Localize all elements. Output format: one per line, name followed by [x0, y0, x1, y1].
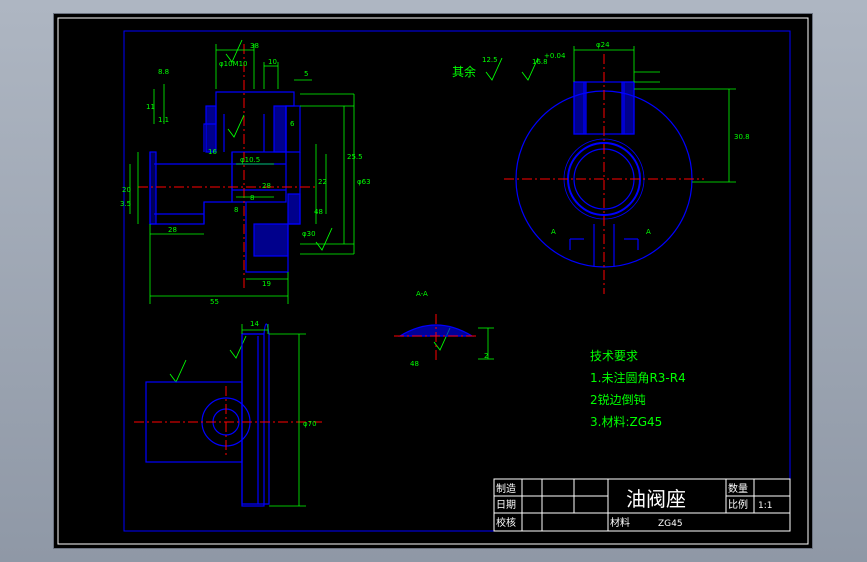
tb-check: 校核 [496, 516, 516, 529]
section-a-left: A [551, 228, 556, 236]
dim-24: φ24 [596, 41, 610, 49]
notes-title: 技术要求 [590, 349, 638, 363]
tb-material-label: 材料 [610, 516, 630, 529]
tolerance: +0.04 [544, 52, 566, 60]
dim-5: 5 [304, 70, 308, 78]
dim-19: 19 [262, 280, 271, 288]
front-view [149, 91, 301, 273]
dim-38: 38 [250, 42, 259, 50]
dim-8b: 8 [250, 194, 254, 202]
roughness-12-5: 12.5 [482, 56, 498, 64]
dim-10-5: φ10.5 [240, 156, 260, 164]
dim-8: 8 [234, 206, 238, 214]
drawing-canvas: 38 10 φ10M10 5 8.8 11 1.1 20 3.5 28 55 1… [57, 17, 809, 545]
tb-qty: 数量 [728, 482, 748, 495]
bottom-dim-70: φ70 [303, 420, 317, 428]
notes-line-3: 3.材料:ZG45 [590, 415, 662, 429]
dim-8-8: 8.8 [158, 68, 169, 76]
dim-m10: φ10M10 [219, 60, 247, 68]
tb-material-val: ZG45 [658, 519, 683, 529]
bottom-centerlines [134, 386, 322, 458]
dim-28: 28 [168, 226, 177, 234]
dim-25-5: 25.5 [347, 153, 363, 161]
dim-30: φ30 [302, 230, 316, 238]
dim-1-1: 1.1 [158, 116, 169, 124]
dim-22: 22 [318, 178, 327, 186]
bottom-dim-14: 14 [250, 320, 259, 328]
front-centerlines [138, 44, 316, 289]
tb-part-name: 油阀座 [626, 487, 686, 511]
bottom-view [145, 323, 270, 507]
inner-border [123, 30, 791, 532]
tb-draw: 制造 [496, 482, 516, 495]
tb-scale-val: 1:1 [758, 501, 772, 511]
section-aa-dim-2: 2 [484, 352, 488, 360]
dim-48: 48 [314, 208, 323, 216]
side-dimensions [573, 46, 736, 183]
dim-30-8: 30.8 [734, 133, 750, 141]
outer-frame [57, 17, 809, 545]
bottom-dimensions [241, 324, 306, 507]
side-centerlines [504, 54, 704, 294]
section-aa-view [394, 314, 494, 362]
dim-20: 20 [122, 186, 131, 194]
dim-10: 10 [268, 58, 277, 66]
section-aa-label: A-A [416, 290, 428, 298]
cad-viewport[interactable]: 38 10 φ10M10 5 8.8 11 1.1 20 3.5 28 55 1… [54, 14, 812, 548]
front-dimensions [129, 44, 355, 304]
tb-date: 日期 [496, 499, 516, 511]
dim-63: φ63 [357, 178, 371, 186]
dim-28b: 28 [262, 182, 271, 190]
section-aa-dim-48: 48 [410, 360, 419, 368]
dim-11: 11 [146, 103, 155, 111]
notes-line-1: 1.未注圆角R3-R4 [590, 370, 686, 385]
dim-3-5: 3.5 [120, 200, 131, 208]
tb-scale: 比例 [728, 498, 748, 511]
technical-requirements: 技术要求 1.未注圆角R3-R4 2锐边倒钝 3.材料:ZG45 [590, 349, 686, 429]
dim-55: 55 [210, 298, 219, 306]
qiyu-label: 其余 [452, 64, 476, 79]
notes-line-2: 2锐边倒钝 [590, 393, 646, 407]
dim-16: 16 [208, 148, 217, 156]
section-a-right: A [646, 228, 651, 236]
dim-6: 6 [290, 120, 295, 128]
